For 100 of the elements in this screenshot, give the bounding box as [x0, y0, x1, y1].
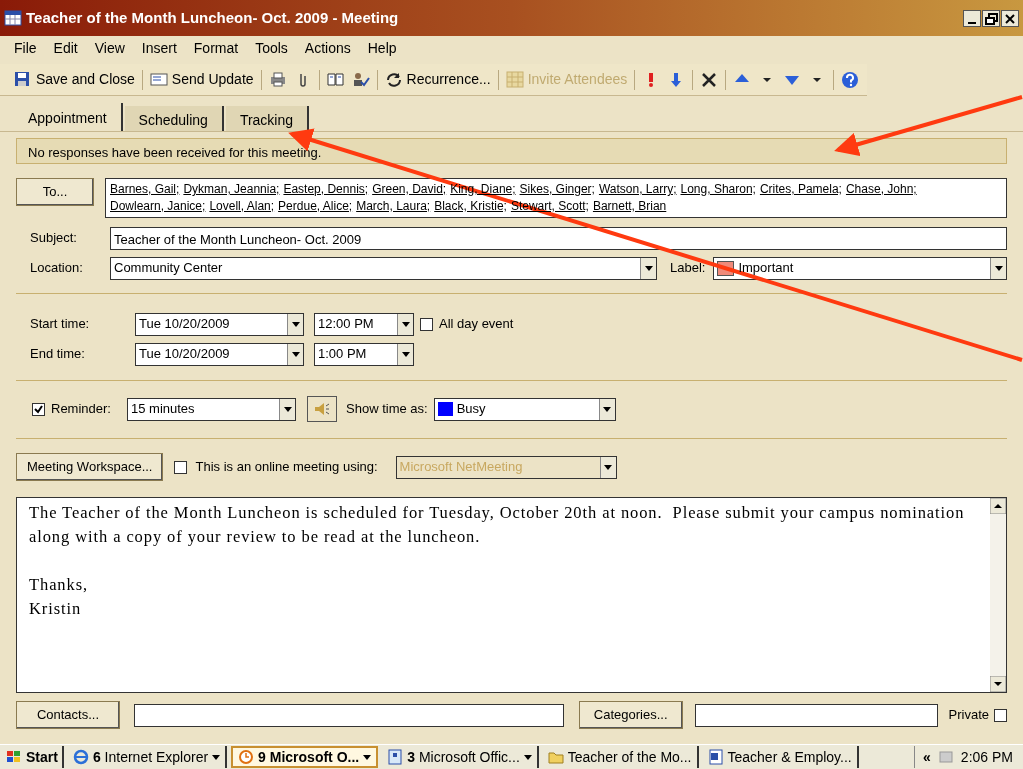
recipient-name[interactable]: March, Laura;	[356, 198, 431, 215]
recipient-name[interactable]: Long, Sharon;	[680, 181, 756, 198]
checkbox-label: Reminder:	[51, 400, 112, 419]
time-dropdown[interactable]: 12:00 PM	[314, 312, 414, 336]
save-icon	[14, 71, 32, 88]
categories-field[interactable]	[694, 703, 938, 727]
field-label: End time:	[29, 345, 86, 364]
restore-icon[interactable]	[983, 10, 999, 26]
caret-icon	[523, 754, 532, 760]
scroll-up-icon	[990, 498, 1006, 514]
checkbox-label: Private	[948, 706, 989, 725]
recipient-name[interactable]: Black, Kristie;	[434, 198, 507, 215]
recipient-name[interactable]: Barnes, Gail;	[110, 181, 180, 198]
location-dropdown[interactable]: Community Center	[110, 256, 657, 280]
caret-icon	[401, 321, 410, 327]
date-dropdown[interactable]: Tue 10/20/2009	[135, 342, 304, 366]
tab[interactable]: Scheduling	[124, 106, 224, 131]
clock-icon	[238, 749, 255, 765]
menu-item[interactable]: Edit	[53, 37, 78, 59]
caret-icon	[283, 406, 292, 412]
printer-icon[interactable]	[268, 71, 287, 88]
contacts-button[interactable]: Contacts...	[16, 701, 120, 729]
taskbar-button[interactable]: 9 Microsoft O...	[231, 746, 379, 768]
scrollbar[interactable]	[990, 498, 1006, 692]
caret-icon	[291, 321, 300, 327]
recipient-name[interactable]: Dykman, Jeannia;	[183, 181, 280, 198]
taskbar-button[interactable]: Teacher & Employ...	[702, 746, 859, 768]
field-label: Location:	[29, 259, 84, 278]
recipient-name[interactable]: Watson, Larry;	[598, 181, 677, 198]
caret-icon	[994, 265, 1003, 271]
recipient-name[interactable]: Eastep, Dennis;	[283, 181, 369, 198]
body-text-line: along with a copy of your review to be read at the luncheon.	[29, 526, 482, 548]
circular-arrows-icon	[384, 71, 403, 88]
globe-icon	[72, 749, 89, 765]
checkbox[interactable]	[994, 708, 1007, 722]
recipient-name[interactable]: Dowlearn, Janice;	[110, 198, 206, 215]
time-dropdown[interactable]: 1:00 PM	[314, 342, 414, 366]
help-icon[interactable]	[841, 71, 860, 88]
meeting-workspace-button[interactable]: Meeting Workspace...	[16, 453, 164, 481]
checkbox-label: This is an online meeting using:	[195, 458, 378, 477]
tab[interactable]: Tracking	[225, 106, 310, 131]
start-button[interactable]: Start	[2, 746, 64, 768]
field-label: Show time as:	[346, 400, 428, 419]
recipient-name[interactable]: Crites, Pamela;	[759, 181, 842, 198]
body-text-line: The Teacher of the Month Luncheon is scheduled for Tuesday, October 20th at noon. Please submit your campus nomination	[29, 502, 966, 524]
recipient-name[interactable]: Chase, John;	[845, 181, 917, 198]
checkbox-label: All day event	[439, 315, 514, 334]
date-dropdown[interactable]: Tue 10/20/2009	[135, 312, 304, 336]
taskbar-button[interactable]: 6 Internet Explorer	[67, 746, 228, 768]
label-dropdown[interactable]: Important	[713, 256, 1007, 280]
recipient-name[interactable]: Perdue, Alice;	[278, 198, 353, 215]
recipient-name[interactable]: Lovell, Alan;	[209, 198, 275, 215]
caret-icon	[401, 351, 410, 357]
taskbar-button[interactable]: Teacher of the Mo...	[542, 746, 699, 768]
delete-x-icon[interactable]	[700, 71, 719, 88]
checkbox[interactable]	[32, 402, 45, 416]
toolbar-button[interactable]: Send Update	[149, 69, 254, 90]
taskbar-button[interactable]: 3 Microsoft Offic...	[382, 746, 539, 768]
caret-icon	[603, 406, 612, 412]
menu-item[interactable]: Format	[193, 37, 239, 59]
to-button[interactable]: To...	[16, 178, 94, 206]
toolbar-button[interactable]: Save and Close	[14, 69, 135, 90]
field-label: Subject:	[29, 229, 78, 248]
field-label: Label:	[670, 259, 706, 278]
calendar-grid-icon	[505, 71, 524, 88]
recipient-name[interactable]: Sikes, Ginger;	[519, 181, 595, 198]
subject-field[interactable]: Teacher of the Month Luncheon- Oct. 2009	[110, 226, 1007, 250]
recipient-name[interactable]: Green, David;	[372, 181, 447, 198]
toolbar-button[interactable]: Recurrence...	[384, 69, 491, 90]
windows-flag-icon	[6, 750, 22, 764]
recipients-field[interactable]	[105, 178, 1007, 218]
document-icon	[707, 749, 724, 765]
menu-item[interactable]: Actions	[304, 37, 351, 59]
window-title: Teacher of the Month Luncheon- Oct. 2009 - Meeting	[26, 7, 400, 28]
message-body[interactable]: The Teacher of the Month Luncheon is scheduled for Tuesday, October 20th at noon. Please submit your campus nomination along with a copy of your review to be read at the luncheon. Thanks, Kristin	[16, 497, 1007, 693]
menu-item[interactable]: File	[14, 37, 37, 59]
sound-button[interactable]	[307, 396, 337, 422]
categories-button[interactable]: Categories...	[578, 701, 683, 729]
folder-icon	[547, 749, 564, 765]
scroll-down-icon	[990, 676, 1006, 692]
menu-item[interactable]: Tools	[255, 37, 288, 59]
contacts-field[interactable]	[133, 703, 564, 727]
clock-text: 2:06 PM	[960, 747, 1013, 767]
book-icon[interactable]	[326, 71, 345, 88]
body-text-line: Thanks,	[29, 574, 89, 596]
menu-item[interactable]: View	[94, 37, 125, 59]
menu-item[interactable]: Insert	[141, 37, 177, 59]
checkbox[interactable]	[420, 317, 433, 331]
document-icon	[387, 749, 404, 765]
reminder-dropdown[interactable]: 15 minutes	[127, 397, 296, 421]
caret-icon	[291, 351, 300, 357]
show-time-as-dropdown[interactable]: Busy	[433, 397, 616, 421]
caret-icon	[212, 754, 221, 760]
caret-icon	[604, 464, 613, 470]
field-label: Start time:	[29, 315, 91, 334]
tray-expand-button[interactable]: «	[923, 746, 931, 768]
recipient-name[interactable]: Barnett, Brian	[592, 198, 667, 215]
person-check-icon[interactable]	[351, 71, 370, 88]
menu-item[interactable]: Help	[367, 37, 397, 59]
body-text-line: Kristin	[29, 598, 83, 620]
